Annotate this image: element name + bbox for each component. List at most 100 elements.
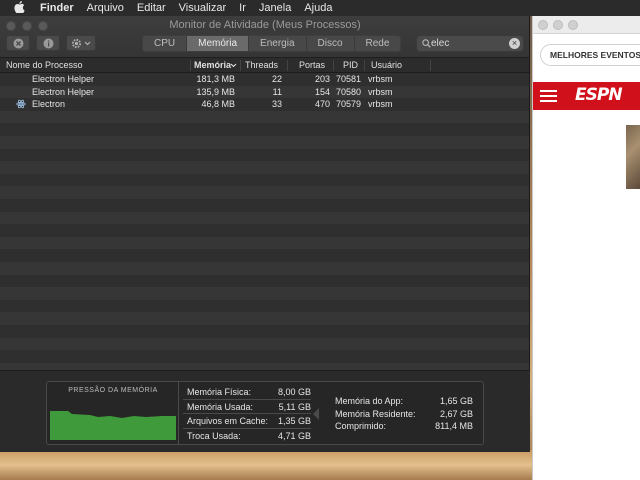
memory-pressure-graph: PRESSÃO DA MEMÓRIA (47, 382, 179, 444)
table-stripe (0, 186, 529, 199)
table-stripe (0, 249, 529, 262)
column-header-ports[interactable]: Portas (299, 60, 325, 70)
top-events-button[interactable]: MELHORES EVENTOS (540, 44, 640, 66)
window-title: Monitor de Atividade (Meus Processos) (169, 19, 361, 31)
column-header-threads[interactable]: Threads (245, 60, 278, 70)
table-stripe (0, 110, 529, 124)
column-header-memory[interactable]: Memória (194, 60, 231, 70)
stat-compressed: Comprimido: 811,4 MB (335, 421, 473, 431)
table-header: Nome do Processo Memória Threads Portas … (0, 58, 529, 73)
table-stripe (0, 173, 529, 187)
table-row[interactable]: Electron 46,8 MB 33 470 70579 vrbsm (0, 98, 529, 111)
espn-nav-bar: ESPN (533, 82, 640, 110)
table-stripe (0, 274, 529, 288)
browser-titlebar (533, 16, 640, 34)
desktop-wallpaper (0, 450, 532, 480)
process-name: Electron (32, 99, 66, 110)
hamburger-menu-icon[interactable] (540, 90, 557, 102)
menu-bar: Finder Arquivo Editar Visualizar Ir Jane… (0, 0, 640, 16)
zoom-window-button[interactable] (568, 20, 578, 30)
table-stripe (0, 236, 529, 250)
minimize-window-button[interactable] (553, 20, 563, 30)
close-window-button[interactable] (538, 20, 548, 30)
process-pid: 70581 (336, 74, 362, 84)
stat-physical-memory: Memória Física: 8,00 GB (183, 385, 311, 400)
category-tabs: CPU Memória Energia Disco Rede (142, 35, 402, 52)
electron-icon (16, 99, 26, 109)
search-icon (422, 39, 431, 48)
menu-ajuda[interactable]: Ajuda (304, 2, 332, 14)
article-thumbnail[interactable] (626, 125, 640, 189)
menu-visualizar[interactable]: Visualizar (179, 2, 227, 14)
memory-summary-panel: PRESSÃO DA MEMÓRIA Memória Física: 8,00 … (0, 370, 530, 452)
stat-wired-memory: Memória Residente: 2,67 GB (335, 408, 473, 419)
process-memory: 46,8 MB (201, 99, 235, 110)
memory-breakdown-list: Memória do App: 1,65 GB Memória Resident… (329, 396, 473, 434)
process-threads: 22 (271, 74, 282, 84)
menu-editar[interactable]: Editar (137, 2, 166, 14)
table-row[interactable]: Electron Helper 181,3 MB 22 203 70581 vr… (0, 73, 529, 86)
table-stripe (0, 287, 529, 300)
chevron-down-icon (84, 41, 91, 45)
gear-icon (71, 38, 82, 48)
search-input[interactable] (431, 38, 501, 49)
stat-app-memory: Memória do App: 1,65 GB (335, 396, 473, 406)
tab-cpu[interactable]: CPU (143, 36, 188, 51)
activity-monitor-window: Monitor de Atividade (Meus Processos) CP… (0, 16, 530, 452)
search-field: × (416, 35, 524, 52)
table-stripe (0, 337, 529, 351)
stop-process-icon (13, 38, 23, 48)
espn-logo[interactable]: ESPN (575, 85, 623, 105)
sort-descending-icon (230, 63, 237, 68)
process-user: vrbsm (368, 99, 393, 110)
menu-arquivo[interactable]: Arquivo (87, 2, 124, 14)
menu-janela[interactable]: Janela (259, 2, 291, 14)
process-ports: 154 (314, 86, 330, 97)
stat-swap-used: Troca Usada: 4,71 GB (187, 431, 311, 442)
info-icon (43, 38, 53, 48)
process-user: vrbsm (368, 74, 393, 84)
process-name: Electron Helper (32, 74, 95, 84)
process-pid: 70580 (336, 86, 362, 97)
table-stripe (0, 161, 529, 174)
process-ports: 470 (314, 99, 330, 110)
menu-finder[interactable]: Finder (40, 2, 74, 14)
menu-ir[interactable]: Ir (239, 2, 246, 14)
stop-process-button[interactable] (6, 35, 30, 51)
table-stripe (0, 136, 529, 149)
table-stripe (0, 123, 529, 136)
stat-cached-files: Arquivos em Cache: 1,35 GB (183, 414, 311, 430)
column-header-name[interactable]: Nome do Processo (6, 60, 83, 70)
process-pid: 70579 (336, 99, 362, 110)
process-user: vrbsm (368, 86, 393, 97)
process-threads: 33 (271, 99, 282, 110)
tab-energia[interactable]: Energia (249, 36, 307, 51)
process-threads: 11 (272, 86, 282, 97)
tab-memoria[interactable]: Memória (187, 36, 250, 51)
table-stripe (0, 312, 529, 325)
table-stripe (0, 350, 529, 363)
actions-menu-button[interactable] (66, 35, 96, 51)
clear-search-icon[interactable]: × (509, 38, 520, 49)
window-toolbar: Monitor de Atividade (Meus Processos) CP… (0, 16, 529, 58)
column-header-user[interactable]: Usuário (371, 60, 402, 70)
table-stripe (0, 199, 529, 212)
apple-menu-icon[interactable] (14, 0, 28, 16)
column-header-pid[interactable]: PID (343, 60, 358, 70)
tab-rede[interactable]: Rede (354, 36, 401, 51)
inspect-process-button[interactable] (36, 35, 60, 51)
process-ports: 203 (314, 74, 330, 84)
table-stripe (0, 299, 529, 313)
breakdown-pointer (313, 408, 319, 420)
process-memory: 135,9 MB (196, 86, 235, 97)
browser-window: MELHORES EVENTOS ESPN (532, 16, 640, 480)
stat-used-memory: Memória Usada: 5,11 GB (183, 400, 311, 415)
table-stripe (0, 211, 529, 225)
table-stripe (0, 224, 529, 237)
memory-pressure-label: PRESSÃO DA MEMÓRIA (68, 387, 158, 394)
memory-stats-list: Memória Física: 8,00 GB Memória Usada: 5… (183, 385, 311, 444)
memory-stats-box: PRESSÃO DA MEMÓRIA Memória Física: 8,00 … (46, 381, 484, 445)
process-table: Electron Helper 181,3 MB 22 203 70581 vr… (0, 73, 529, 385)
table-row[interactable]: Electron Helper 135,9 MB 11 154 70580 vr… (0, 86, 529, 99)
tab-disco[interactable]: Disco (306, 36, 355, 51)
